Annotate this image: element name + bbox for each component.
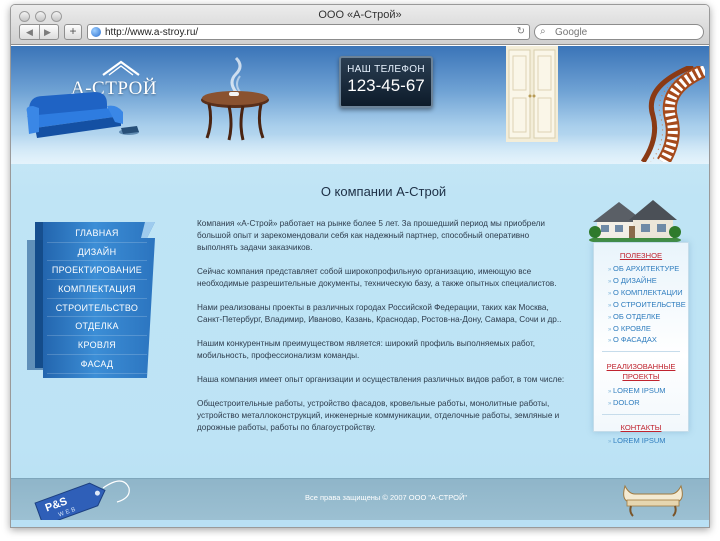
content-paragraph: Нами реализованы проекты в различных гор… [197,303,562,324]
useful-link[interactable]: О КОМПЛЕКТАЦИИ [608,288,688,300]
menu-item-projecting[interactable]: ПРОЕКТИРОВАНИЕ [47,261,147,281]
content-paragraph: Наша компания имеет опыт организации и о… [197,375,565,384]
menu-item-roofing[interactable]: КРОВЛЯ [47,336,147,355]
ps-web-badge[interactable]: P&S WEB [33,468,131,528]
menu-item-finishing[interactable]: ОТДЕЛКА [47,317,147,337]
useful-link[interactable]: ОБ АРХИТЕКТУРЕ [608,264,688,276]
project-link[interactable]: DOLOR [608,398,688,410]
content-paragraph: Сейчас компания представляет собой широк… [197,267,557,288]
main-menu: ГЛАВНАЯ ДИЗАЙН ПРОЕКТИРОВАНИЕ КОМПЛЕКТАЦ… [25,220,155,378]
url-text[interactable]: http://www.a-stroy.ru/ [105,26,198,39]
menu-item-facade[interactable]: ФАСАД [47,355,147,374]
content-paragraph: Общестроительные работы, устройство фаса… [197,399,560,432]
project-link[interactable]: LOREM IPSUM [608,386,688,398]
nav-buttons: ◀ ▶ [19,24,59,40]
sidebar-divider [602,414,680,416]
content-paragraph: Нашим конкурентным преимуществом являетс… [197,339,536,360]
useful-heading[interactable]: ПОЛЕЗНОЕ [594,251,688,260]
phone-tv-banner: НАШ ТЕЛЕФОН 123-45-67 [339,56,433,108]
contacts-list: LOREM IPSUM [594,436,688,448]
logo-roof-icon [102,60,140,76]
browser-window: ООО «А-Строй» ◀ ▶ + http://www.a-stroy.r… [10,4,710,528]
menu-item-construction[interactable]: СТРОИТЕЛЬСТВО [47,299,147,318]
useful-link[interactable]: О ДИЗАЙНЕ [608,276,688,288]
useful-list: ОБ АРХИТЕКТУРЕ О ДИЗАЙНЕ О КОМПЛЕКТАЦИИ … [594,264,688,347]
phone-number: 123-45-67 [347,76,425,95]
menu-list: ГЛАВНАЯ ДИЗАЙН ПРОЕКТИРОВАНИЕ КОМПЛЕКТАЦ… [47,224,147,374]
useful-link[interactable]: ОБ ОТДЕЛКЕ [608,312,688,324]
add-bookmark-button[interactable]: + [64,24,82,40]
bench-image [623,484,683,517]
staircase-image [640,66,705,162]
sidebar-divider [602,351,680,353]
reload-icon[interactable]: ↻ [517,25,525,39]
site-header: А-СТРОЙ НАШ ТЕЛЕФОН 123-45-67 [11,46,709,164]
main-content: Компания «А-Строй» работает на рынке бол… [197,218,567,446]
content-paragraph: Компания «А-Строй» работает на рынке бол… [197,219,545,252]
menu-item-equipment[interactable]: КОМПЛЕКТАЦИЯ [47,280,147,299]
browser-toolbar: ООО «А-Строй» ◀ ▶ + http://www.a-stroy.r… [11,5,709,45]
sofa-image [26,92,139,138]
useful-link[interactable]: О СТРОИТЕЛЬСТВЕ [608,300,688,312]
search-box[interactable]: ⌕ [534,24,704,40]
projects-heading[interactable]: РЕАЛИЗОВАННЫЕ ПРОЕКТЫ [594,362,688,382]
window-title: ООО «А-Строй» [318,9,402,21]
useful-links-panel: ПОЛЕЗНОЕ ОБ АРХИТЕКТУРЕ О ДИЗАЙНЕ О КОМП… [593,242,689,445]
footer-bottom-strip [11,520,709,527]
back-arrow-icon[interactable]: ◀ [26,26,33,39]
web-page: А-СТРОЙ НАШ ТЕЛЕФОН 123-45-67 О компании… [11,46,709,528]
useful-link[interactable]: О КРОВЛЕ [608,324,688,336]
nav-divider [39,25,40,39]
table-image [201,91,269,141]
projects-list: LOREM IPSUM DOLOR [594,386,688,410]
useful-link[interactable]: О ФАСАДАХ [608,335,688,347]
search-icon: ⌕ [540,26,546,37]
contacts-heading[interactable]: КОНТАКТЫ [594,423,688,432]
address-bar[interactable]: http://www.a-stroy.ru/ ↻ [87,24,530,40]
forward-arrow-icon[interactable]: ▶ [44,26,51,39]
phone-caption: НАШ ТЕЛЕФОН [347,64,425,75]
globe-icon [91,27,101,37]
door-image [506,46,558,142]
menu-item-design[interactable]: ДИЗАЙН [47,243,147,262]
contacts-link[interactable]: LOREM IPSUM [608,436,688,448]
house-image [589,200,681,244]
search-input[interactable] [555,26,695,38]
menu-item-home[interactable]: ГЛАВНАЯ [47,224,147,243]
